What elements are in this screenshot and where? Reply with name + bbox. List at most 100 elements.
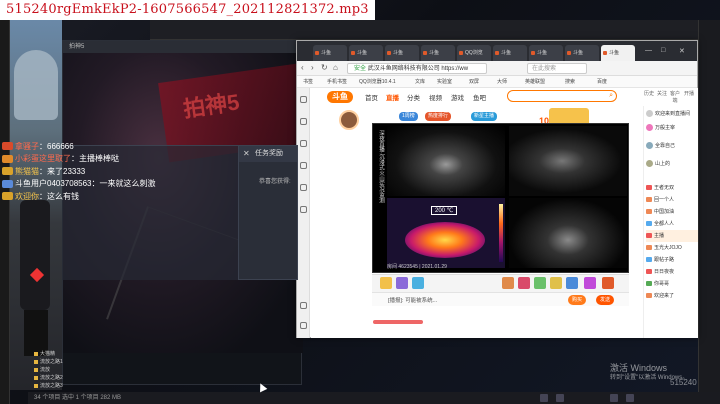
- rank-row[interactable]: 山上的: [646, 158, 698, 170]
- nav-live[interactable]: 直播: [386, 92, 399, 102]
- rank-row[interactable]: 你哥哥: [646, 278, 698, 290]
- star-pill[interactable]: 新星主播: [471, 112, 498, 121]
- gift-icon[interactable]: [396, 277, 408, 289]
- file-item[interactable]: 流放之路3: [34, 382, 94, 390]
- gift-icon[interactable]: [534, 277, 546, 289]
- gift-icon[interactable]: [412, 277, 424, 289]
- gift-icon[interactable]: [584, 277, 596, 289]
- bookmark[interactable]: 大师: [497, 78, 507, 85]
- browser-tab[interactable]: 斗鱼: [421, 45, 455, 61]
- nav-game[interactable]: 游戏: [451, 92, 464, 102]
- gear-icon[interactable]: [300, 206, 307, 213]
- danmaku-chat: 拿骚子 ：666666 小彩蛋这里取了 ：主播棒棒哒 熊猫猫 ：来了23333 斗鱼用…: [2, 140, 172, 203]
- site-search-input[interactable]: ⌕: [507, 90, 617, 102]
- rank-row[interactable]: 玉光大JOJO: [646, 242, 698, 254]
- rank-pill[interactable]: 1周榜: [399, 112, 418, 121]
- rank-row[interactable]: 欢迎来到直播间: [646, 108, 698, 120]
- file-item[interactable]: 大猫精: [34, 350, 94, 358]
- bookmark[interactable]: 英雄联盟: [525, 78, 545, 85]
- star-icon[interactable]: [300, 96, 307, 103]
- bookmark[interactable]: 双屏: [469, 78, 479, 85]
- close-icon[interactable]: ✕: [243, 146, 250, 162]
- browser-window[interactable]: 斗鱼 斗鱼 斗鱼 斗鱼 QQ浏览 斗鱼 斗鱼 斗鱼 斗鱼 — □ ✕ ‹ › ↻…: [296, 40, 698, 338]
- send-button[interactable]: 发送: [596, 295, 615, 305]
- douyu-logo[interactable]: 斗鱼: [327, 91, 353, 103]
- gift-icon[interactable]: [502, 277, 514, 289]
- rank-row[interactable]: 王者无双: [646, 182, 698, 194]
- bookmark[interactable]: 书签: [303, 78, 313, 85]
- search-input[interactable]: 在此搜索: [527, 63, 587, 74]
- browser-tab[interactable]: QQ浏览: [457, 45, 491, 61]
- dialog-title: 任务奖励: [255, 150, 283, 157]
- follow-link[interactable]: 关注: [656, 90, 668, 97]
- browser-tab[interactable]: 斗鱼: [565, 45, 599, 61]
- thermal-label: 200 ℃: [431, 206, 458, 215]
- hot-pill[interactable]: 热度排行: [425, 112, 452, 121]
- chat-input-bar[interactable]: [播报]: 可能被系统... 购买 发送: [372, 292, 629, 306]
- reward-dialog[interactable]: ✕ 任务奖励 恭喜您获得:: [238, 145, 298, 280]
- back-icon[interactable]: ‹: [301, 63, 304, 72]
- client-link[interactable]: 客户端: [669, 90, 681, 104]
- tray-icon[interactable]: [626, 394, 634, 402]
- progress-accent: [373, 320, 423, 324]
- maximize-button[interactable]: □: [661, 47, 665, 54]
- history-icon[interactable]: [300, 118, 307, 125]
- folder-icon[interactable]: [300, 184, 307, 191]
- file-item[interactable]: 流放: [34, 366, 94, 374]
- video-player[interactable]: 深夜直播·沉浸式火山实况监测 200 ℃ 房间 4623545 | 2021.0…: [372, 123, 629, 273]
- browser-tab[interactable]: 斗鱼: [529, 45, 563, 61]
- rank-row[interactable]: 主播: [646, 230, 698, 242]
- rank-row[interactable]: 全靠自己: [646, 140, 698, 152]
- file-item[interactable]: 流放之路1: [34, 358, 94, 366]
- nav-home[interactable]: 首页: [365, 92, 378, 102]
- bookmark[interactable]: 文库: [415, 78, 425, 85]
- dialog-body: 恭喜您获得:: [259, 179, 291, 185]
- nav-category[interactable]: 分类: [407, 92, 420, 102]
- rank-row[interactable]: 回一个人: [646, 194, 698, 206]
- tray-icon[interactable]: [556, 394, 564, 402]
- refresh-icon[interactable]: ↻: [321, 63, 328, 72]
- bookmark[interactable]: QQ浏览器10.4.1: [359, 78, 396, 85]
- close-window-button[interactable]: ✕: [679, 47, 685, 55]
- gift-icon[interactable]: [550, 277, 562, 289]
- browser-tab[interactable]: 斗鱼: [313, 45, 347, 61]
- browser-tab[interactable]: 斗鱼: [349, 45, 383, 61]
- rank-row[interactable]: 跟帖子路: [646, 254, 698, 266]
- search-icon[interactable]: ⌕: [609, 92, 613, 100]
- add-icon[interactable]: [300, 302, 307, 309]
- history-link[interactable]: 历史: [643, 90, 655, 97]
- rank-row[interactable]: 全都人人: [646, 218, 698, 230]
- gift-icon[interactable]: [566, 277, 578, 289]
- tray-icon[interactable]: [610, 394, 618, 402]
- tray-icon[interactable]: [540, 394, 548, 402]
- settings-icon[interactable]: [300, 322, 307, 329]
- browser-tab[interactable]: 斗鱼: [385, 45, 419, 61]
- gift-icon[interactable]: [380, 277, 392, 289]
- home-icon[interactable]: ⌂: [333, 63, 338, 72]
- nav-video[interactable]: 视频: [429, 92, 442, 102]
- bookmark[interactable]: 实验室: [437, 78, 452, 85]
- url-input[interactable]: 安全 武汉斗鱼网络科技有限公司 https://ww: [347, 63, 487, 74]
- search-icon[interactable]: [300, 162, 307, 169]
- nav-yuba[interactable]: 鱼吧: [473, 92, 486, 102]
- bookmark[interactable]: 百度: [597, 78, 607, 85]
- buy-button[interactable]: 购买: [568, 295, 587, 305]
- anchor-avatar[interactable]: [339, 110, 359, 130]
- browser-tab[interactable]: 斗鱼: [493, 45, 527, 61]
- rank-row[interactable]: 日日夜夜: [646, 266, 698, 278]
- gift-icon[interactable]: [602, 277, 614, 289]
- rank-row[interactable]: 万般主宰: [646, 122, 698, 134]
- rank-row[interactable]: 欢迎来了: [646, 290, 698, 302]
- file-item[interactable]: 流放之路2: [34, 374, 94, 382]
- video-caption: 深夜直播·沉浸式火山实况监测: [378, 130, 384, 204]
- browser-tab-active[interactable]: 斗鱼: [601, 45, 635, 61]
- file-title: 515240rgEmkEkP2-1607566547_202112821372.…: [0, 0, 375, 20]
- gift-icon[interactable]: [518, 277, 530, 289]
- minimize-button[interactable]: —: [645, 47, 652, 54]
- forward-icon[interactable]: ›: [311, 63, 314, 72]
- bookmark[interactable]: 手机书签: [327, 78, 347, 85]
- rank-row[interactable]: 中国加油: [646, 206, 698, 218]
- broadcast-link[interactable]: 开播: [683, 90, 695, 97]
- bookmark[interactable]: 搜索: [565, 78, 575, 85]
- download-icon[interactable]: [300, 140, 307, 147]
